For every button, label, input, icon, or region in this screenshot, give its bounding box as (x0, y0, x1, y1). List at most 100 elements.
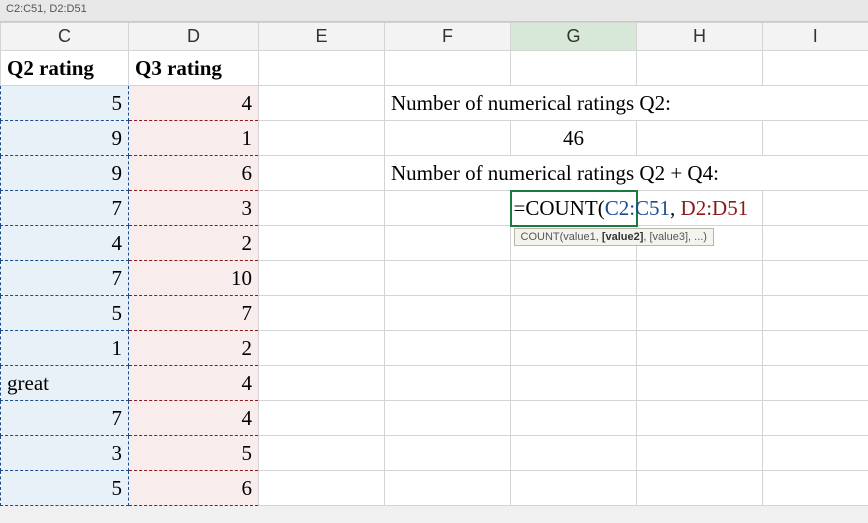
cell[interactable] (763, 401, 868, 436)
cell[interactable] (511, 366, 637, 401)
cell-D[interactable]: 4 (129, 366, 259, 401)
cell-D[interactable]: 5 (129, 436, 259, 471)
cell-C[interactable]: 1 (1, 331, 129, 366)
cell[interactable] (511, 296, 637, 331)
formula-cell[interactable]: =COUNT(C2:C51, D2:D51 COUNT(value1, [val… (511, 191, 637, 226)
cell-C[interactable]: 7 (1, 401, 129, 436)
label-q2q4-count[interactable]: Number of numerical ratings Q2 + Q4: (385, 156, 511, 191)
cell-D[interactable]: 4 (129, 86, 259, 121)
cell[interactable] (259, 156, 385, 191)
value-q2-count[interactable]: 46 (511, 121, 637, 156)
col-header-G[interactable]: G (511, 23, 637, 51)
cell[interactable] (763, 226, 868, 261)
cell[interactable] (763, 296, 868, 331)
cell-C[interactable]: 9 (1, 121, 129, 156)
col-header-F[interactable]: F (385, 23, 511, 51)
col-header-C[interactable]: C (1, 23, 129, 51)
cell[interactable] (511, 261, 637, 296)
cell[interactable] (763, 366, 868, 401)
table-row: great 4 (1, 366, 868, 401)
cell-D[interactable]: 1 (129, 121, 259, 156)
label-q2-count[interactable]: Number of numerical ratings Q2: (385, 86, 511, 121)
cell[interactable] (637, 261, 763, 296)
cell[interactable] (385, 296, 511, 331)
cell-C[interactable]: 7 (1, 191, 129, 226)
cell[interactable] (385, 331, 511, 366)
col-header-E[interactable]: E (259, 23, 385, 51)
cell[interactable] (259, 436, 385, 471)
cell[interactable] (763, 191, 868, 226)
cell[interactable] (259, 121, 385, 156)
cell[interactable] (385, 51, 511, 86)
cell[interactable] (763, 51, 868, 86)
col-header-I[interactable]: I (763, 23, 868, 51)
header-q2[interactable]: Q2 rating (1, 51, 129, 86)
formula-tooltip: COUNT(value1, [value2], [value3], ...) (514, 228, 714, 246)
cell[interactable] (763, 436, 868, 471)
header-q3[interactable]: Q3 rating (129, 51, 259, 86)
name-box-text: C2:C51, D2:D51 (6, 3, 87, 15)
cell[interactable] (637, 331, 763, 366)
col-header-D[interactable]: D (129, 23, 259, 51)
cell[interactable] (763, 471, 868, 506)
cell-D[interactable]: 7 (129, 296, 259, 331)
table-row: 5 6 (1, 471, 868, 506)
cell[interactable] (259, 296, 385, 331)
cell[interactable] (763, 121, 868, 156)
cell-C[interactable]: 9 (1, 156, 129, 191)
cell[interactable] (259, 366, 385, 401)
cell[interactable] (259, 51, 385, 86)
cell-D[interactable]: 4 (129, 401, 259, 436)
cell[interactable] (259, 86, 385, 121)
cell[interactable] (385, 226, 511, 261)
table-row: 9 6 Number of numerical ratings Q2 + Q4: (1, 156, 868, 191)
cell[interactable] (511, 401, 637, 436)
cell-C[interactable]: 5 (1, 86, 129, 121)
cell-D[interactable]: 3 (129, 191, 259, 226)
cell[interactable] (511, 51, 637, 86)
cell[interactable] (637, 436, 763, 471)
cell-C[interactable]: 7 (1, 261, 129, 296)
cell[interactable] (259, 331, 385, 366)
cell[interactable] (763, 261, 868, 296)
cell[interactable] (385, 121, 511, 156)
cell[interactable] (637, 121, 763, 156)
cell[interactable] (637, 296, 763, 331)
cell-D[interactable]: 2 (129, 226, 259, 261)
col-header-H[interactable]: H (637, 23, 763, 51)
cell-C[interactable]: great (1, 366, 129, 401)
cell[interactable] (385, 366, 511, 401)
cell-C[interactable]: 3 (1, 436, 129, 471)
cell[interactable] (259, 401, 385, 436)
cell[interactable] (511, 471, 637, 506)
cell-D[interactable]: 6 (129, 156, 259, 191)
cell[interactable] (511, 331, 637, 366)
cell[interactable] (763, 86, 868, 121)
cell[interactable] (385, 436, 511, 471)
table-row: 7 10 (1, 261, 868, 296)
cell-D[interactable]: 6 (129, 471, 259, 506)
cell-D[interactable]: 10 (129, 261, 259, 296)
cell[interactable] (385, 261, 511, 296)
cell[interactable] (385, 471, 511, 506)
cell-C[interactable]: 4 (1, 226, 129, 261)
cell[interactable] (511, 436, 637, 471)
cell[interactable] (763, 331, 868, 366)
cell-D[interactable]: 2 (129, 331, 259, 366)
cell[interactable] (637, 51, 763, 86)
cell[interactable] (259, 471, 385, 506)
cell[interactable] (763, 156, 868, 191)
table-row: 4 2 (1, 226, 868, 261)
cell[interactable] (259, 191, 385, 226)
cell[interactable] (637, 366, 763, 401)
spreadsheet-grid[interactable]: C D E F G H I Q2 rating Q3 rating 5 4 Nu… (0, 22, 868, 506)
cell-C[interactable]: 5 (1, 296, 129, 331)
name-box[interactable]: C2:C51, D2:D51 (0, 0, 868, 22)
cell[interactable] (385, 401, 511, 436)
cell[interactable] (385, 191, 511, 226)
cell[interactable] (259, 226, 385, 261)
cell[interactable] (259, 261, 385, 296)
cell-C[interactable]: 5 (1, 471, 129, 506)
cell[interactable] (637, 471, 763, 506)
cell[interactable] (637, 401, 763, 436)
